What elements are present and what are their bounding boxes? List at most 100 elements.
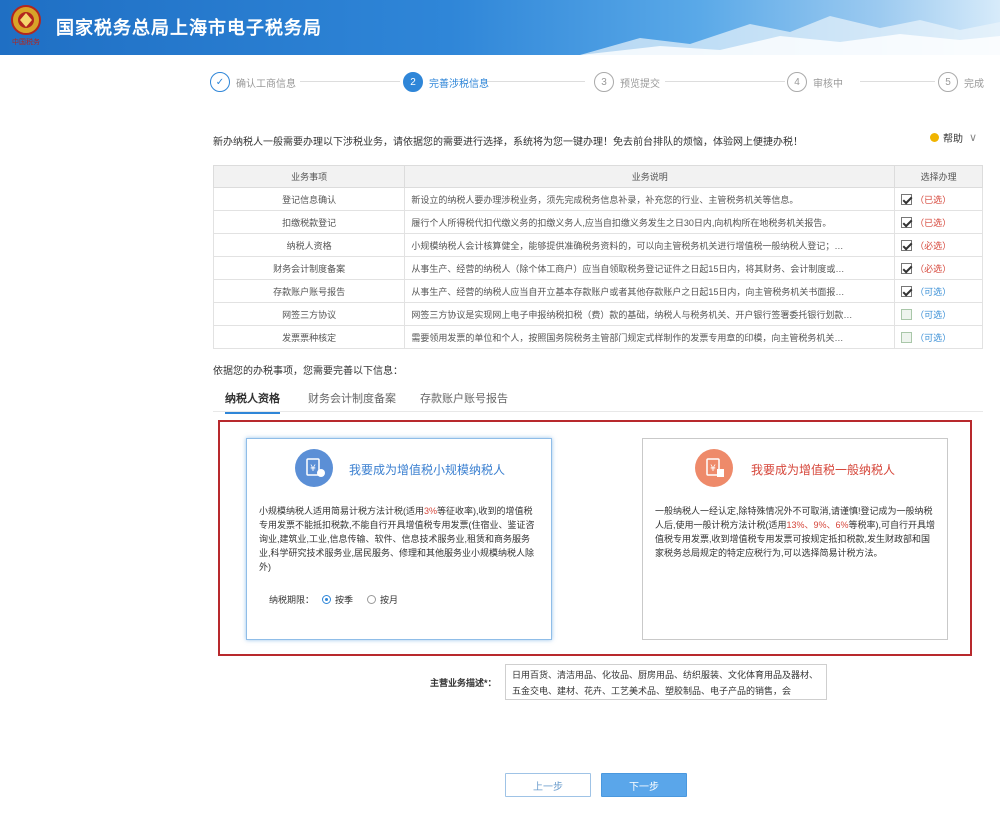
next-step-button[interactable]: 下一步 [601, 773, 687, 797]
table-row: 财务会计制度备案 从事生产、经营的纳税人（除个体工商户）应当自领取税务登记证件之… [212, 256, 983, 280]
select-tag: （可选） [915, 286, 952, 297]
business-desc: 需要领用发票的单位和个人，按照国务院税务主管部门规定式样制作的发票专用章的印模，… [404, 325, 896, 349]
step-label: 完成 [964, 78, 984, 90]
select-cell: （可选） [894, 279, 983, 303]
help-label: 帮助 [943, 134, 963, 145]
main-business-label: 主营业务描述*： [430, 678, 497, 688]
checkbox[interactable] [901, 239, 913, 251]
logo-text: 中国税务 [12, 37, 40, 46]
business-desc: 网签三方协议是实现网上电子申报纳税扣税（费）款的基础，纳税人与税务机关、开户银行… [404, 302, 896, 326]
site-header: 中国税务 国家税务总局上海市电子税务局 [0, 0, 1000, 55]
card-description: 一般纳税人一经认定,除特殊情况外不可取消,请谨慎!登记成为一般纳税人后,使用一般… [655, 504, 937, 560]
step-label: 确认工商信息 [236, 78, 296, 90]
step-complete-tax-info: 2 完善涉税信息 [403, 70, 489, 94]
help-button[interactable]: 帮助 ∨ [930, 130, 977, 145]
business-item: 财务会计制度备案 [212, 256, 406, 280]
step-number: 3 [594, 72, 614, 92]
step-under-review: 4 审核中 [787, 70, 843, 94]
rate-highlight: 3% [424, 506, 438, 516]
card-description: 小规模纳税人适用简易计税方法计税(适用3%等征收率),收到的增值税专用发票不能抵… [259, 504, 541, 574]
checkbox[interactable] [901, 331, 913, 343]
business-desc: 履行个人所得税代扣代缴义务的扣缴义务人,应当自扣缴义务发生之日30日内,向机构所… [404, 210, 896, 234]
table-row: 发票票种核定 需要领用发票的单位和个人，按照国务院税务主管部门规定式样制作的发票… [212, 325, 983, 349]
checkbox[interactable] [901, 262, 913, 274]
column-header: 选择办理 [894, 165, 983, 188]
select-tag: （可选） [915, 309, 952, 320]
select-cell: （可选） [894, 325, 983, 349]
svg-text:¥: ¥ [710, 464, 716, 474]
business-item: 存款账户账号报告 [212, 279, 406, 303]
table-row: 扣缴税款登记 履行个人所得税代扣代缴义务的扣缴义务人,应当自扣缴义务发生之日30… [212, 210, 983, 234]
general-taxpayer-card[interactable]: ¥ 我要成为增值税一般纳税人 一般纳税人一经认定,除特殊情况外不可取消,请谨慎!… [642, 438, 948, 640]
tax-emblem-logo: 中国税务 [6, 2, 46, 48]
step-preview-submit: 3 预览提交 [594, 70, 660, 94]
table-row: 登记信息确认 新设立的纳税人要办理涉税业务，须先完成税务信息补录，补充您的行业、… [212, 187, 983, 211]
rate-highlight: 13%、9%、6% [786, 520, 849, 530]
radio-monthly[interactable] [367, 595, 377, 604]
step-connector [665, 81, 785, 82]
table-row: 存款账户账号报告 从事生产、经营的纳税人应当自开立基本存款账户或者其他存款账户之… [212, 279, 983, 303]
tax-period-field: 纳税期限： 按季 按月 [269, 593, 398, 606]
business-desc: 新设立的纳税人要办理涉税业务，须先完成税务信息补录，补充您的行业、主管税务机关等… [404, 187, 896, 211]
tab-accounting-system-filing[interactable]: 财务会计制度备案 [308, 390, 396, 412]
progress-steps: ✓ 确认工商信息 2 完善涉税信息 3 预览提交 4 审核中 5 完成 [210, 70, 985, 98]
radio-label: 按季 [335, 595, 354, 605]
step-finish: 5 完成 [938, 70, 984, 94]
step-confirm-business-info: ✓ 确认工商信息 [210, 70, 296, 94]
checkbox[interactable] [901, 308, 913, 320]
step-number: 2 [403, 72, 423, 92]
check-icon: ✓ [210, 72, 230, 92]
checkbox[interactable] [901, 285, 913, 297]
svg-text:¥: ¥ [310, 464, 316, 474]
prev-step-button[interactable]: 上一步 [505, 773, 591, 797]
checkbox[interactable] [901, 193, 913, 205]
business-desc: 从事生产、经营的纳税人（除个体工商户）应当自领取税务登记证件之日起15日内，将其… [404, 256, 896, 280]
small-scale-taxpayer-card[interactable]: ¥ 我要成为增值税小规模纳税人 小规模纳税人适用简易计税方法计税(适用3%等征收… [246, 438, 552, 640]
step-number: 5 [938, 72, 958, 92]
radio-label: 按月 [380, 595, 399, 605]
main-business-textarea[interactable]: 日用百货、清洁用品、化妆品、厨房用品、纺织服装、文化体育用品及器材、五金交电、建… [505, 664, 827, 700]
tab-taxpayer-qualification[interactable]: 纳税人资格 [225, 390, 280, 414]
business-item: 发票票种核定 [212, 325, 406, 349]
step-number: 4 [787, 72, 807, 92]
select-tag: （已选） [915, 217, 952, 228]
column-header: 业务事项 [212, 165, 406, 188]
select-cell: （可选） [894, 302, 983, 326]
select-tag: （必选） [915, 240, 952, 251]
info-tabs: 纳税人资格 财务会计制度备案 存款账户账号报告 [213, 388, 983, 414]
business-desc: 从事生产、经营的纳税人应当自开立基本存款账户或者其他存款账户之日起15日内，向主… [404, 279, 896, 303]
select-cell: （已选） [894, 187, 983, 211]
select-tag: （必选） [915, 263, 952, 274]
step-connector [860, 81, 935, 82]
step-label: 审核中 [813, 78, 843, 90]
step-label: 完善涉税信息 [429, 78, 489, 90]
business-desc: 小规模纳税人会计核算健全，能够提供准确税务资料的，可以向主管税务机关进行增值税一… [404, 233, 896, 257]
intro-text: 新办纳税人一般需要办理以下涉税业务，请依据您的需要进行选择，系统将为您一键办理！… [213, 137, 803, 148]
select-tag: （可选） [915, 332, 952, 343]
business-item: 网签三方协议 [212, 302, 406, 326]
radio-quarterly[interactable] [322, 595, 332, 604]
table-row: 网签三方协议 网签三方协议是实现网上电子申报纳税扣税（费）款的基础，纳税人与税务… [212, 302, 983, 326]
tab-deposit-account-report[interactable]: 存款账户账号报告 [420, 390, 508, 412]
card-title: 我要成为增值税小规模纳税人 [349, 463, 506, 477]
checkbox[interactable] [901, 216, 913, 228]
site-title: 国家税务总局上海市电子税务局 [56, 18, 322, 38]
select-tag: （已选） [915, 194, 952, 205]
business-table: 业务事项 业务说明 选择办理 登记信息确认 新设立的纳税人要办理涉税业务，须先完… [212, 165, 983, 349]
card-title: 我要成为增值税一般纳税人 [751, 463, 896, 477]
taxpayer-document-icon: ¥ [695, 449, 733, 487]
step-label: 预览提交 [620, 78, 660, 90]
help-dot-icon [930, 133, 939, 142]
need-info-text: 依据您的办税事项，您需要完善以下信息： [213, 366, 403, 377]
business-item: 扣缴税款登记 [212, 210, 406, 234]
business-item: 登记信息确认 [212, 187, 406, 211]
business-item: 纳税人资格 [212, 233, 406, 257]
mountain-banner-icon [580, 16, 1000, 55]
select-cell: （必选） [894, 233, 983, 257]
select-cell: （已选） [894, 210, 983, 234]
column-header: 业务说明 [404, 165, 896, 188]
chevron-down-icon: ∨ [969, 132, 978, 144]
desc-text: 小规模纳税人适用简易计税方法计税(适用 [259, 506, 424, 516]
tax-period-label: 纳税期限： [269, 595, 315, 605]
step-connector [300, 81, 400, 82]
